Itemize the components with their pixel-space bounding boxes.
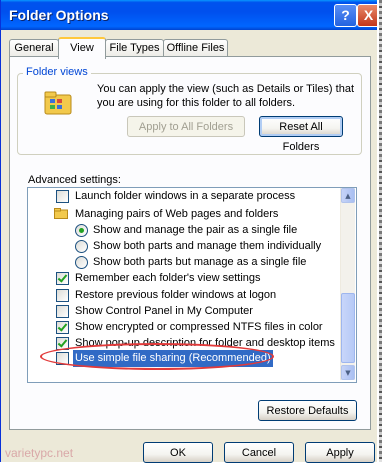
- radio-both-parts-single-file[interactable]: [75, 256, 88, 269]
- scroll-down-icon[interactable]: ▼: [341, 365, 355, 380]
- scrollbar[interactable]: ▲ ▼: [340, 188, 355, 380]
- list-item-label-selected: Use simple file sharing (Recommended): [73, 350, 273, 367]
- checkbox-launch-separate-process[interactable]: [56, 190, 69, 203]
- tab-file-types[interactable]: File Types: [105, 39, 164, 57]
- tab-view[interactable]: View: [58, 37, 106, 59]
- checkbox-control-panel[interactable]: [56, 305, 69, 318]
- folder-views-icon: [44, 91, 72, 115]
- list-item-label: Show both parts but manage as a single f…: [93, 256, 307, 268]
- cancel-button[interactable]: Cancel: [224, 442, 294, 463]
- apply-button[interactable]: Apply: [305, 442, 375, 463]
- list-item-label: Managing pairs of Web pages and folders: [75, 208, 279, 220]
- list-item-label: Launch folder windows in a separate proc…: [75, 190, 296, 202]
- ok-button[interactable]: OK: [143, 442, 213, 463]
- checkbox-ntfs-color[interactable]: [56, 321, 69, 334]
- checkbox-remember-view[interactable]: [56, 272, 69, 285]
- folder-views-description: You can apply the view (such as Details …: [97, 83, 355, 109]
- checkbox-popup-description[interactable]: [56, 337, 69, 350]
- list-item-label: Show both parts and manage them individu…: [93, 240, 322, 252]
- watermark-text: varietypc.net: [5, 446, 74, 460]
- list-item-label: Show encrypted or compressed NTFS files …: [75, 321, 323, 333]
- list-item-label: Restore previous folder windows at logon: [75, 289, 277, 301]
- folder-icon: [54, 208, 68, 219]
- window-title: Folder Options: [9, 7, 109, 23]
- list-item-label: Show Control Panel in My Computer: [75, 305, 253, 317]
- radio-both-parts-individually[interactable]: [75, 240, 88, 253]
- tab-offline-files[interactable]: Offline Files: [163, 39, 228, 57]
- torn-edge: [377, 0, 387, 462]
- list-item-label: Remember each folder's view settings: [75, 272, 261, 284]
- folder-views-legend: Folder views: [23, 66, 91, 78]
- title-bar[interactable]: Folder Options ? X: [1, 0, 380, 30]
- advanced-settings-list[interactable]: Launch folder windows in a separate proc…: [27, 187, 357, 383]
- help-button[interactable]: ?: [334, 4, 357, 27]
- scroll-up-icon[interactable]: ▲: [341, 188, 355, 203]
- radio-single-file[interactable]: [75, 224, 88, 237]
- folder-options-window: Folder Options ? X General View File Typ…: [0, 0, 380, 463]
- restore-defaults-button[interactable]: Restore Defaults: [258, 400, 357, 421]
- apply-to-all-folders-button[interactable]: Apply to All Folders: [127, 116, 245, 137]
- checkbox-restore-windows[interactable]: [56, 289, 69, 302]
- list-item-label: Show and manage the pair as a single fil…: [93, 224, 298, 236]
- checkbox-simple-file-sharing[interactable]: [56, 352, 69, 365]
- advanced-settings-label: Advanced settings:: [28, 174, 121, 186]
- tab-general[interactable]: General: [9, 39, 59, 57]
- scroll-thumb[interactable]: [341, 293, 355, 363]
- reset-all-folders-button[interactable]: Reset All Folders: [259, 116, 343, 153]
